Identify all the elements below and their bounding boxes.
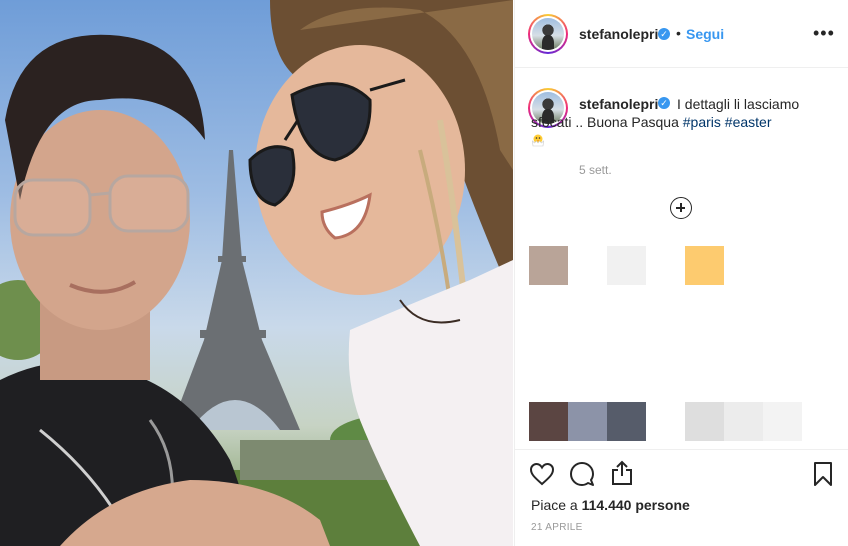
- color-swatch: [685, 402, 724, 441]
- header-username-link[interactable]: stefanolepri: [579, 26, 658, 42]
- post-caption: I dettagli li lasciamo sfocati .. Buona …: [531, 95, 831, 149]
- color-swatch: [607, 402, 646, 441]
- post-photo[interactable]: [0, 0, 513, 546]
- header-avatar[interactable]: [528, 14, 568, 54]
- heart-icon[interactable]: [529, 462, 555, 486]
- separator-dot: •: [676, 25, 681, 41]
- caption-timestamp[interactable]: 5 sett.: [579, 163, 612, 177]
- avatar-image: [532, 18, 564, 50]
- verified-badge-icon: ✓: [658, 97, 670, 109]
- hashtag-link[interactable]: #easter: [725, 114, 772, 130]
- color-swatch: [685, 246, 724, 285]
- post-actions: Piace a 114.440 persone 21 APRILE: [515, 449, 848, 546]
- likes-count[interactable]: Piace a 114.440 persone: [531, 497, 690, 513]
- color-swatch: [568, 402, 607, 441]
- bookmark-icon[interactable]: [813, 461, 833, 487]
- share-icon[interactable]: [610, 460, 634, 486]
- color-swatch: [607, 246, 646, 285]
- post-date[interactable]: 21 APRILE: [531, 522, 583, 533]
- color-swatch: [529, 246, 568, 285]
- hatching-chick-emoji: [532, 134, 544, 147]
- color-swatch: [529, 402, 568, 441]
- follow-button[interactable]: Segui: [686, 26, 724, 42]
- color-swatch: [724, 402, 763, 441]
- hashtag-link[interactable]: #paris: [683, 114, 721, 130]
- post-header: stefanolepri ✓ • Segui •••: [515, 0, 848, 68]
- post-sidebar: stefanolepri ✓ • Segui ••• I dettagli li…: [514, 0, 848, 546]
- comment-icon[interactable]: [569, 461, 595, 487]
- selfie-eiffel-tower-image: [0, 0, 513, 546]
- color-swatch: [763, 402, 802, 441]
- more-options-icon[interactable]: •••: [813, 24, 835, 42]
- caption-username-link[interactable]: stefanolepri: [579, 96, 658, 112]
- plus-circle-icon[interactable]: [670, 197, 692, 219]
- verified-badge-icon: ✓: [658, 28, 670, 40]
